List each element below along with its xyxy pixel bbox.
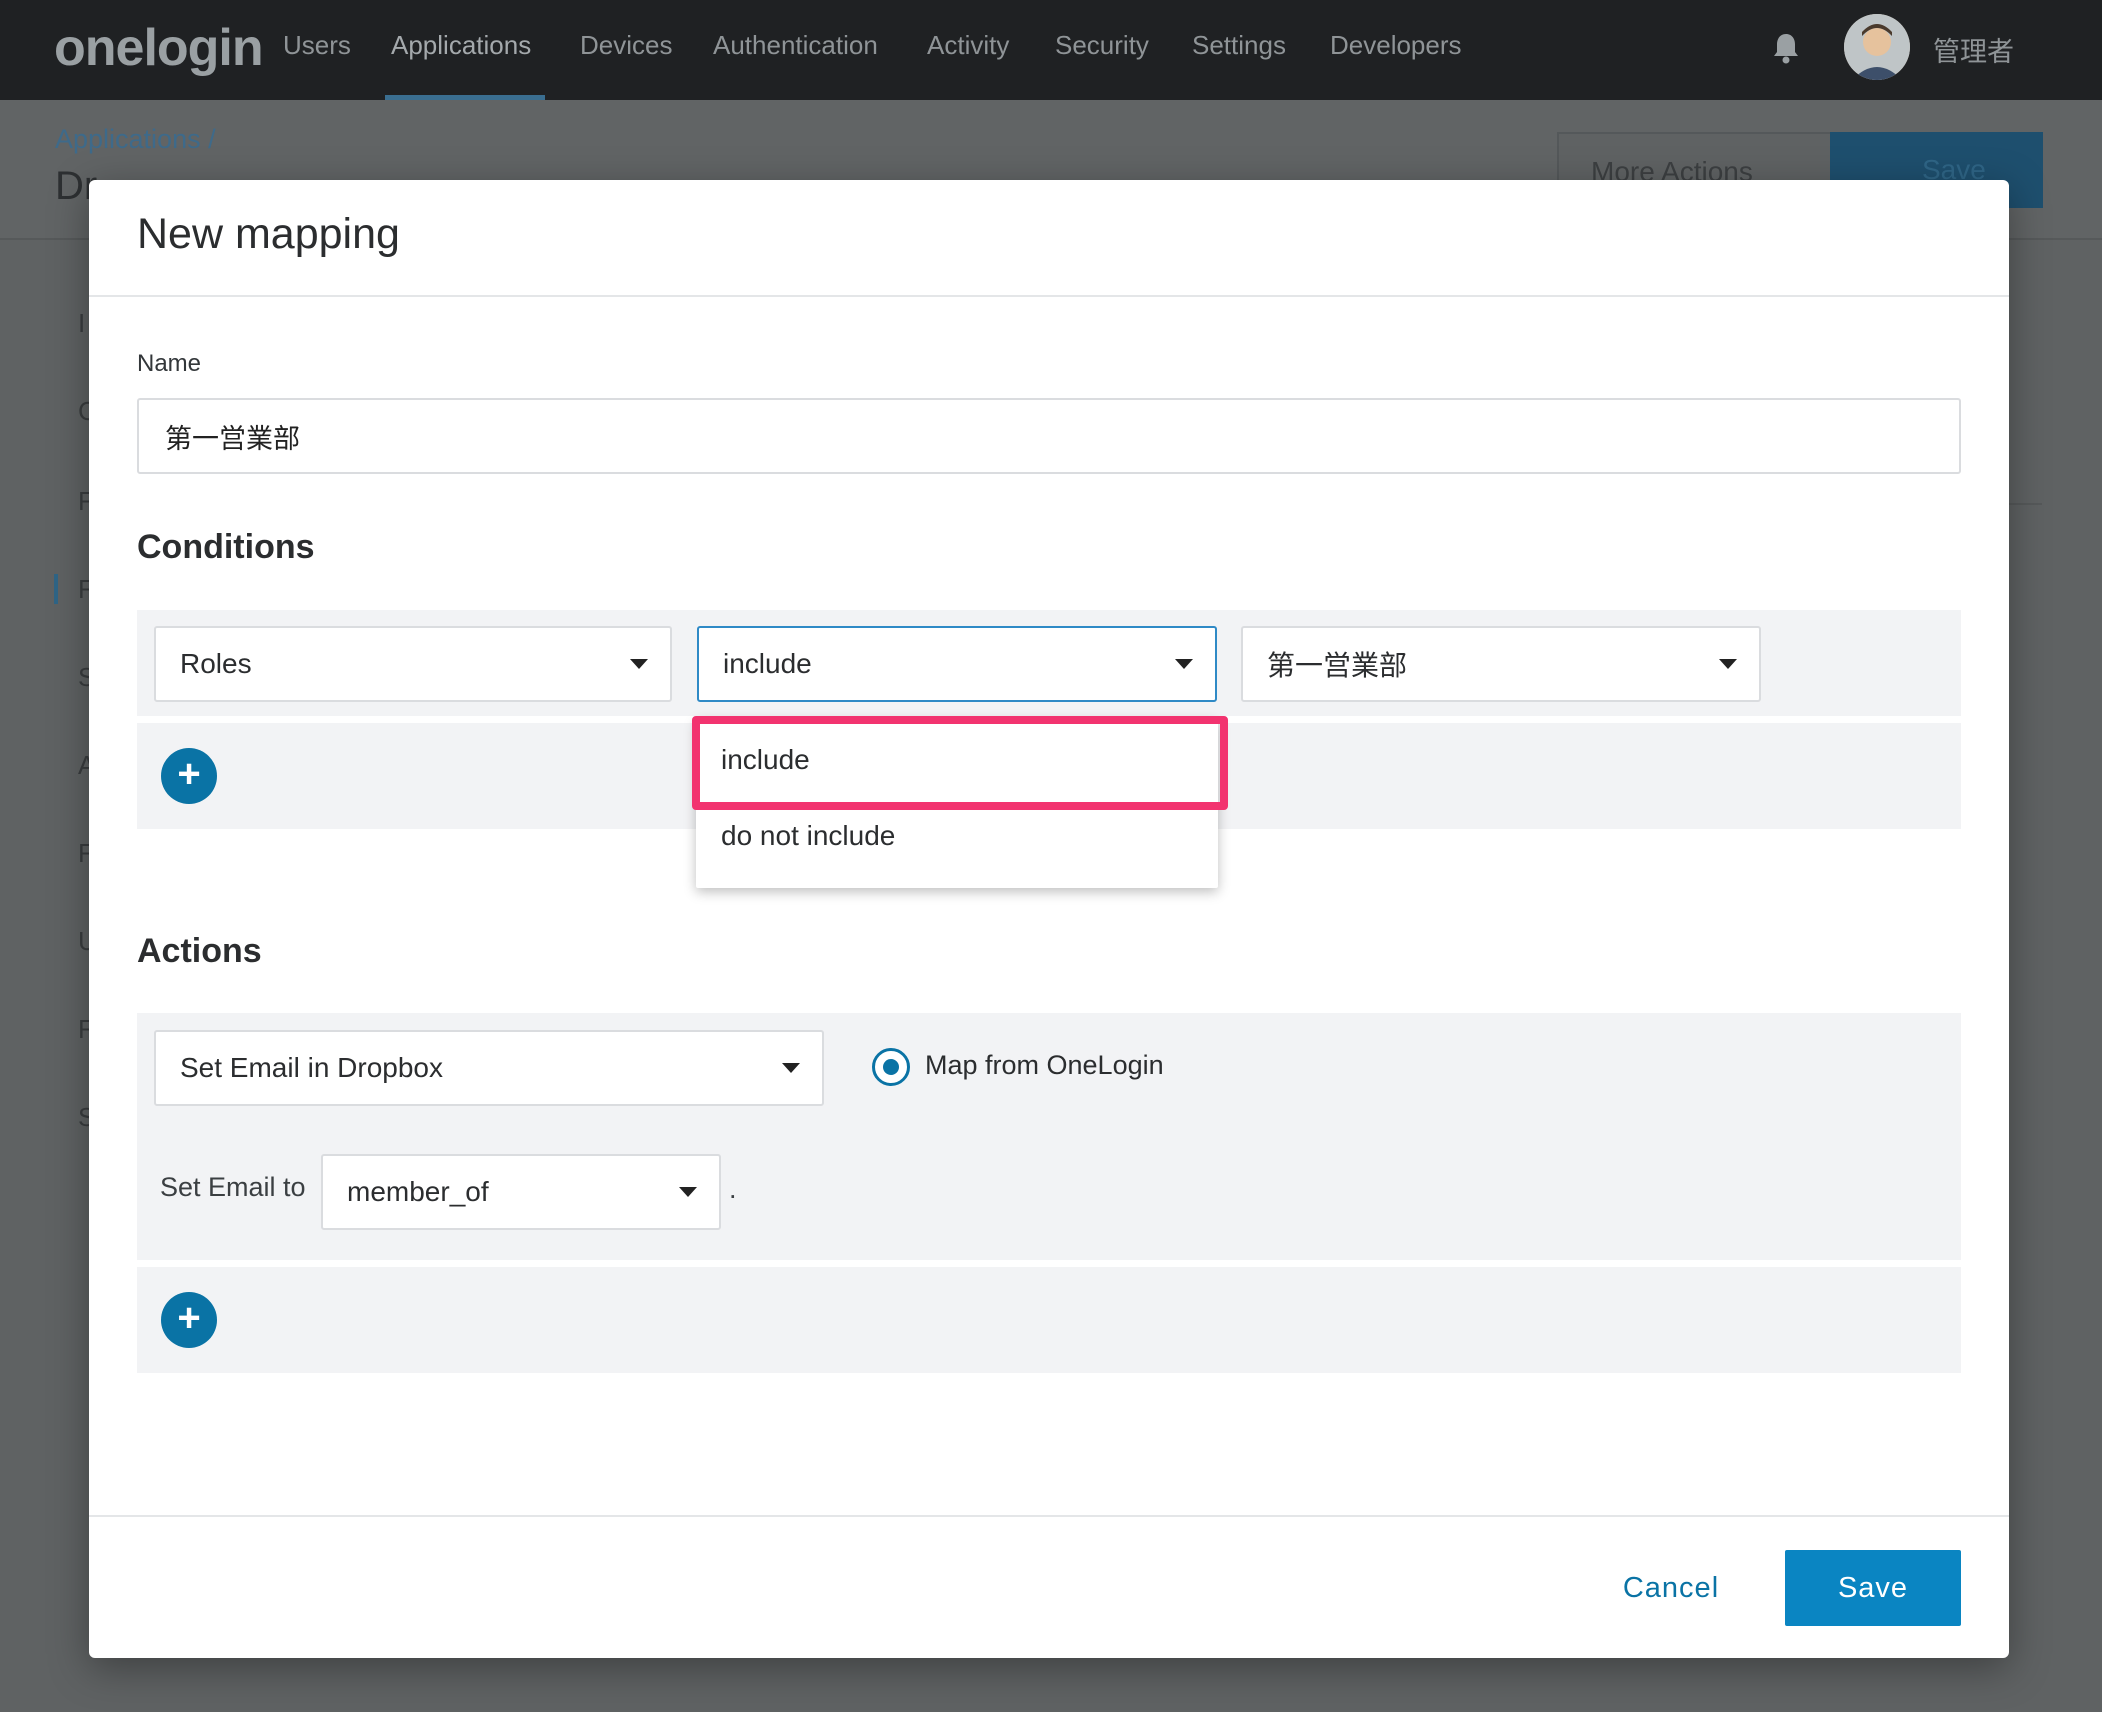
condition-field-select[interactable]: Roles — [154, 626, 672, 702]
nav-item-settings[interactable]: Settings — [1192, 30, 1286, 61]
nav-item-activity[interactable]: Activity — [927, 30, 1009, 61]
cancel-button[interactable]: Cancel — [1596, 1550, 1746, 1626]
plus-icon: + — [177, 1296, 201, 1340]
nav-item-authentication[interactable]: Authentication — [713, 30, 878, 61]
highlight-annotation-box — [692, 716, 1228, 810]
add-condition-button[interactable]: + — [161, 748, 217, 804]
dropdown-option-do-not-include[interactable]: do not include — [721, 820, 895, 852]
divider — [89, 1515, 2009, 1517]
condition-value-select[interactable]: 第一営業部 — [1241, 626, 1761, 702]
save-button[interactable]: Save — [1785, 1550, 1961, 1626]
caret-down-icon — [679, 1187, 697, 1197]
action-type-value: Set Email in Dropbox — [180, 1052, 444, 1083]
add-action-button[interactable]: + — [161, 1292, 217, 1348]
nav-item-applications[interactable]: Applications — [391, 30, 531, 61]
nav-item-security[interactable]: Security — [1055, 30, 1149, 61]
nav-item-developers[interactable]: Developers — [1330, 30, 1462, 61]
bell-icon[interactable] — [1772, 32, 1800, 64]
dialog-title: New mapping — [137, 210, 400, 258]
onelogin-logo[interactable]: onelogin — [54, 18, 264, 78]
condition-operator-value: include — [723, 648, 812, 679]
name-label: Name — [137, 350, 202, 377]
name-input[interactable] — [137, 398, 1961, 474]
caret-down-icon — [1719, 659, 1737, 669]
conditions-heading: Conditions — [137, 528, 315, 566]
divider — [89, 295, 2009, 297]
sidebar-active-indicator — [54, 574, 58, 604]
user-name[interactable]: 管理者 — [1933, 30, 2014, 69]
set-email-value-select[interactable]: member_of — [321, 1154, 721, 1230]
action-type-select[interactable]: Set Email in Dropbox — [154, 1030, 824, 1106]
add-action-row — [137, 1267, 1961, 1373]
sidebar-item: I — [78, 308, 86, 338]
map-from-onelogin-label[interactable]: Map from OneLogin — [925, 1050, 1164, 1081]
set-email-label: Set Email to — [160, 1172, 306, 1202]
condition-value-value: 第一営業部 — [1267, 650, 1408, 681]
nav-item-devices[interactable]: Devices — [580, 30, 672, 61]
set-email-value: member_of — [347, 1176, 489, 1207]
condition-operator-select[interactable]: include — [697, 626, 1217, 702]
plus-icon: + — [177, 752, 201, 796]
avatar[interactable] — [1844, 14, 1910, 80]
condition-field-value: Roles — [180, 648, 252, 679]
trailing-period: . — [729, 1174, 737, 1204]
breadcrumb: Applications / — [55, 124, 216, 154]
radio-selected-dot — [883, 1059, 899, 1075]
cancel-label: Cancel — [1622, 1571, 1720, 1604]
actions-heading: Actions — [137, 932, 262, 970]
caret-down-icon — [782, 1063, 800, 1073]
nav-item-users[interactable]: Users — [283, 30, 351, 61]
caret-down-icon — [630, 659, 648, 669]
save-label: Save — [1837, 1571, 1909, 1604]
caret-down-icon — [1175, 659, 1193, 669]
